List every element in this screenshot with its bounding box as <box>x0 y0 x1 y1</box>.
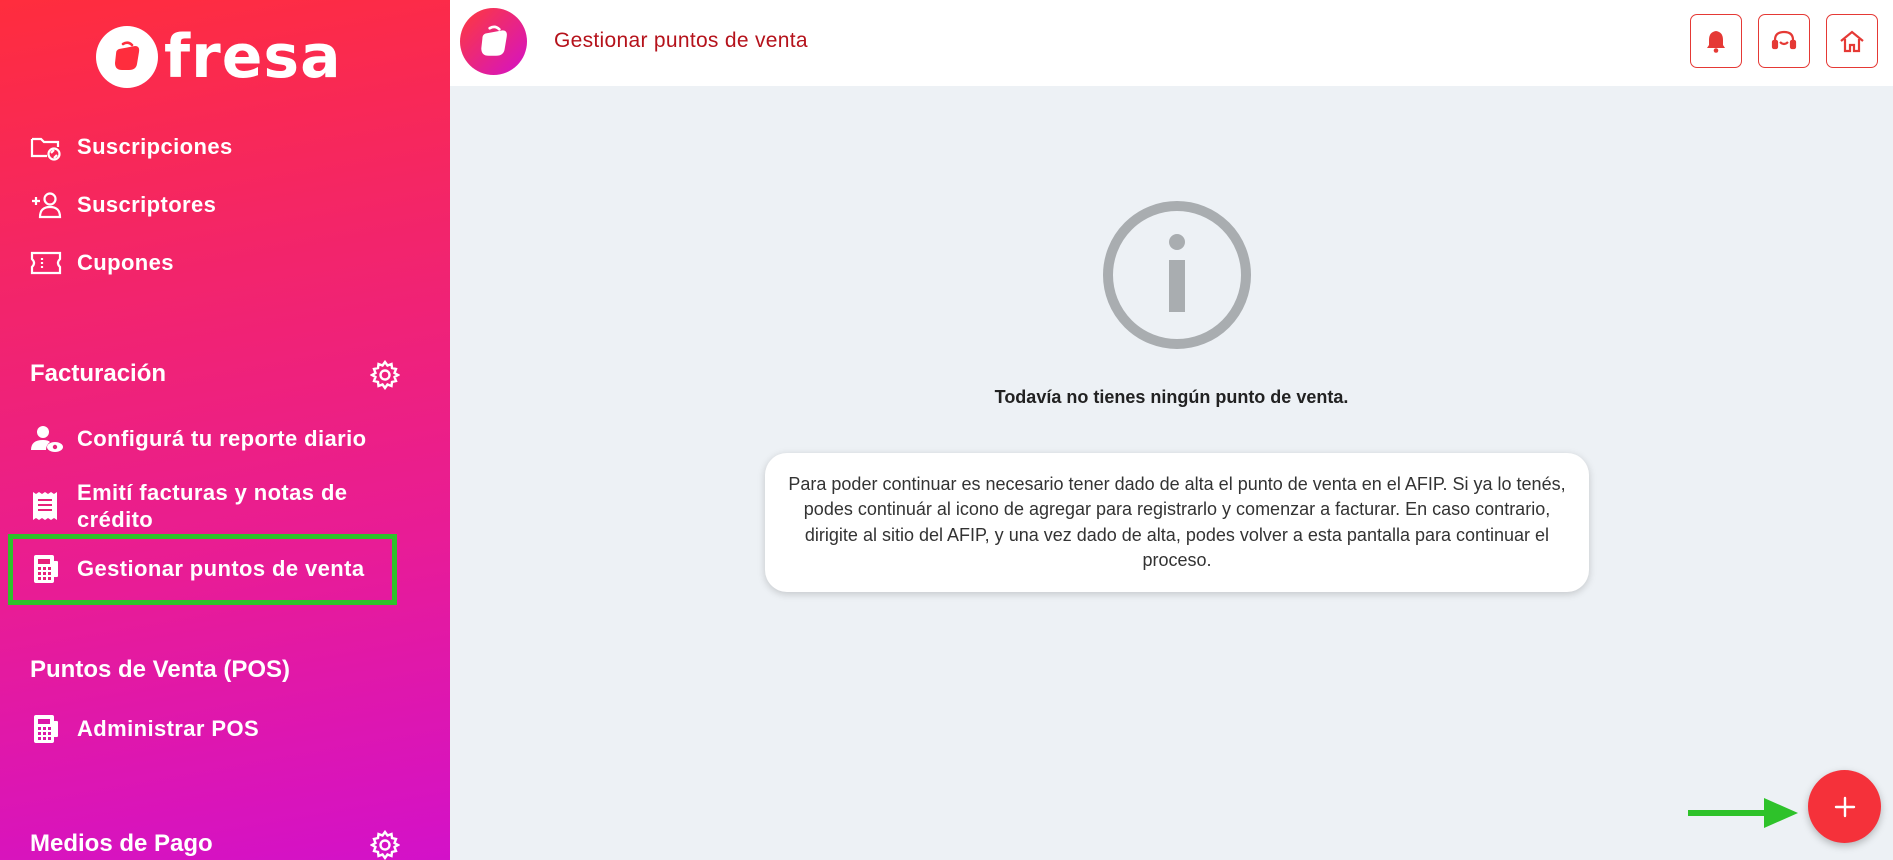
sidebar-item-label: Configurá tu reporte diario <box>77 426 367 451</box>
strawberry-icon <box>480 25 507 56</box>
plus-icon <box>1834 796 1855 817</box>
info-icon <box>1103 201 1251 349</box>
sidebar-item-emitir-facturas[interactable]: Emití facturas y notas de crédito <box>30 479 407 533</box>
home-icon <box>1840 30 1864 53</box>
bell-icon <box>1707 31 1725 53</box>
gear-icon[interactable] <box>369 829 401 860</box>
section-title-medios-de-pago: Medios de Pago <box>30 830 213 857</box>
support-headset-icon <box>1771 30 1797 50</box>
register-icon <box>30 714 64 744</box>
sidebar-item-suscriptores[interactable]: Suscriptores <box>30 190 216 220</box>
notifications-button[interactable] <box>1690 14 1742 68</box>
support-button[interactable] <box>1758 14 1810 68</box>
add-point-of-sale-button[interactable] <box>1808 770 1881 843</box>
info-card-text: Para poder continuar es necesario tener … <box>788 473 1566 571</box>
receipt-icon <box>30 491 64 521</box>
section-title-facturacion: Facturación <box>30 360 167 387</box>
brand-logo[interactable]: fresa <box>96 22 342 92</box>
sidebar-item-label: Suscripciones <box>77 134 233 159</box>
user-eye-icon <box>30 424 64 454</box>
sidebar-item-cupones[interactable]: Cupones <box>30 248 174 278</box>
brand-name: fresa <box>164 22 342 92</box>
sidebar-item-label: Cupones <box>77 250 174 275</box>
arrow-right-icon <box>1688 798 1798 828</box>
section-title-pos: Puntos de Venta (POS) <box>30 656 291 683</box>
sidebar-item-suscripciones[interactable]: Suscripciones <box>30 132 233 162</box>
top-header: Gestionar puntos de venta <box>450 0 1893 86</box>
sidebar-item-reporte-diario[interactable]: Configurá tu reporte diario <box>30 424 366 454</box>
empty-state-title: Todavía no tienes ningún punto de venta. <box>994 387 1349 407</box>
gear-icon[interactable] <box>369 359 401 391</box>
sidebar: fresa Suscripciones Suscriptores Cupones… <box>0 0 450 860</box>
add-user-icon <box>30 190 64 220</box>
folder-sync-icon <box>30 132 64 162</box>
sidebar-item-label: Suscriptores <box>77 192 217 217</box>
highlight-box <box>8 534 397 605</box>
avatar[interactable] <box>460 8 527 75</box>
strawberry-icon <box>96 26 158 88</box>
info-card: Para poder continuar es necesario tener … <box>765 453 1589 592</box>
sidebar-item-label: Emití facturas y notas de crédito <box>77 480 348 532</box>
sidebar-item-administrar-pos[interactable]: Administrar POS <box>30 714 259 744</box>
sidebar-item-label: Administrar POS <box>77 716 260 741</box>
ticket-icon <box>30 248 64 278</box>
page-title: Gestionar puntos de venta <box>554 29 808 52</box>
home-button[interactable] <box>1826 14 1878 68</box>
